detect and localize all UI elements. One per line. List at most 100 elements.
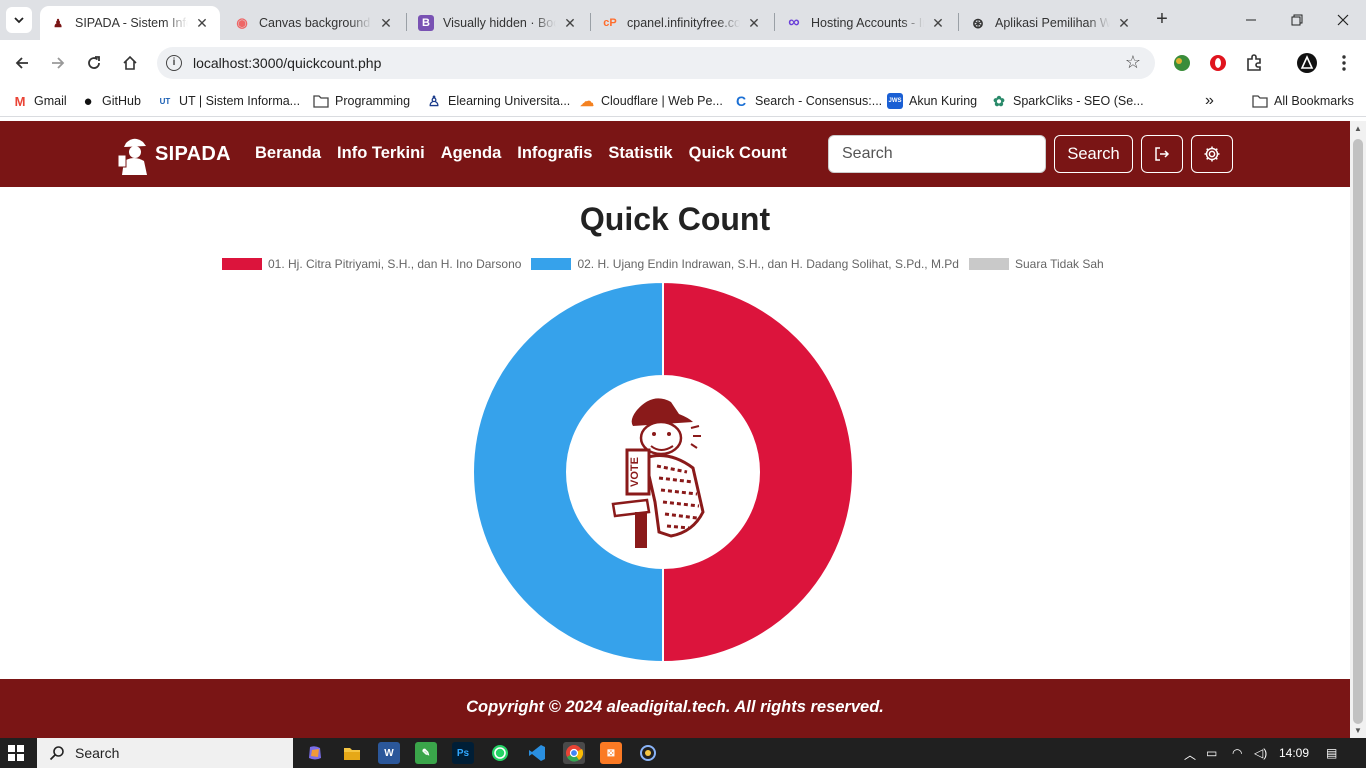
nav-beranda[interactable]: Beranda bbox=[255, 144, 321, 163]
bookmark-label: UT | Sistem Informa... bbox=[179, 94, 301, 108]
home-button[interactable] bbox=[118, 51, 142, 75]
nav-info-terkini[interactable]: Info Terkini bbox=[337, 144, 425, 163]
tab-bootstrap[interactable]: B Visually hidden · Bootstrap ✕ bbox=[408, 6, 588, 40]
tab-hosting-accounts[interactable]: ∞ Hosting Accounts - InfinityFree ✕ bbox=[776, 6, 956, 40]
site-footer: Copyright © 2024 aleadigital.tech. All r… bbox=[0, 679, 1350, 738]
nav-statistik[interactable]: Statistik bbox=[608, 144, 672, 163]
close-icon[interactable]: ✕ bbox=[746, 15, 762, 32]
chart-legend: 01. Hj. Citra Pitriyami, S.H., dan H. In… bbox=[222, 257, 1114, 271]
bookmarks-overflow-button[interactable]: » bbox=[1205, 91, 1214, 111]
back-button[interactable] bbox=[10, 51, 34, 75]
bookmark-label: Akun Kuring bbox=[909, 94, 978, 108]
close-icon[interactable]: ✕ bbox=[194, 15, 210, 32]
legend-item-invalid-votes[interactable]: Suara Tidak Sah bbox=[968, 257, 1104, 271]
bookmark-gmail[interactable]: M Gmail bbox=[12, 91, 67, 111]
menu-kebab-icon[interactable] bbox=[1334, 53, 1354, 73]
ut-icon: UT bbox=[159, 96, 171, 106]
file-explorer-icon[interactable] bbox=[341, 742, 363, 764]
page-scrollbar[interactable]: ▲ ▼ bbox=[1350, 121, 1366, 738]
reload-icon bbox=[88, 56, 100, 69]
sparkcliks-icon: ✿ bbox=[993, 92, 1005, 109]
settings-button[interactable] bbox=[1191, 135, 1233, 173]
tab-sipada[interactable]: ♟ SIPADA - Sistem Informasi ✕ bbox=[40, 6, 220, 40]
gear-icon bbox=[1204, 146, 1220, 162]
extensions-puzzle-icon[interactable] bbox=[1244, 53, 1264, 73]
cpanel-icon: cP bbox=[603, 17, 617, 29]
legend-item-candidate-01[interactable]: 01. Hj. Citra Pitriyami, S.H., dan H. In… bbox=[222, 257, 521, 271]
bookmark-elearning[interactable]: ♙ Elearning Universita... bbox=[426, 91, 571, 111]
bookmark-consensus[interactable]: C Search - Consensus:... bbox=[733, 91, 882, 111]
bookmark-cloudflare[interactable]: ☁ Cloudflare | Web Pe... bbox=[579, 91, 723, 111]
scrollbar-thumb[interactable] bbox=[1353, 139, 1363, 724]
brand-link[interactable]: SIPADA bbox=[116, 133, 231, 175]
url-text[interactable]: localhost:3000/quickcount.php bbox=[193, 55, 381, 71]
extension-shield-icon[interactable] bbox=[1208, 53, 1228, 73]
brand-name: SIPADA bbox=[155, 142, 231, 165]
all-bookmarks-button[interactable]: All Bookmarks bbox=[1252, 91, 1354, 111]
logout-icon bbox=[1155, 147, 1170, 161]
wifi-icon[interactable]: ◠ bbox=[1232, 746, 1242, 760]
chevron-up-icon[interactable]: ︿ bbox=[1184, 746, 1196, 763]
nav-agenda[interactable]: Agenda bbox=[441, 144, 502, 163]
nav-quick-count[interactable]: Quick Count bbox=[689, 144, 787, 163]
whatsapp-icon[interactable] bbox=[489, 742, 511, 764]
address-bar[interactable]: i localhost:3000/quickcount.php ☆ bbox=[157, 47, 1155, 79]
bootstrap-icon: B bbox=[418, 15, 434, 31]
nav-infografis[interactable]: Infografis bbox=[517, 144, 592, 163]
battery-icon[interactable]: ▭ bbox=[1206, 746, 1217, 760]
legend-item-candidate-02[interactable]: 02. H. Ujang Endin Indrawan, S.H., dan H… bbox=[531, 257, 959, 271]
taskbar-search-box[interactable]: Search bbox=[37, 738, 293, 768]
cloudflare-icon: ☁ bbox=[580, 92, 594, 109]
tab-separator bbox=[774, 13, 775, 31]
copilot-icon[interactable] bbox=[304, 742, 326, 764]
chevron-down-icon bbox=[14, 17, 24, 24]
bookmark-akun-kuring[interactable]: JWS Akun Kuring bbox=[887, 91, 977, 111]
bookmark-label: Elearning Universita... bbox=[448, 94, 571, 108]
tab-cpanel[interactable]: cP cpanel.infinityfree.com ✕ bbox=[592, 6, 772, 40]
bookmark-label: Programming bbox=[335, 94, 411, 108]
bookmark-star-icon[interactable]: ☆ bbox=[1125, 52, 1141, 73]
close-icon[interactable]: ✕ bbox=[378, 15, 394, 32]
close-icon[interactable]: ✕ bbox=[1116, 15, 1132, 32]
tab-search-button[interactable] bbox=[6, 7, 32, 33]
tab-canvas-background[interactable]: ◉ Canvas background | ✕ bbox=[224, 6, 404, 40]
close-icon[interactable]: ✕ bbox=[930, 15, 946, 32]
word-icon[interactable]: W bbox=[378, 742, 400, 764]
logout-button[interactable] bbox=[1141, 135, 1183, 173]
tab-title: SIPADA - Sistem Informasi bbox=[75, 16, 188, 30]
volume-icon[interactable]: ◁) bbox=[1254, 746, 1267, 760]
scroll-down-icon[interactable]: ▼ bbox=[1354, 726, 1362, 735]
reload-button[interactable] bbox=[82, 51, 106, 75]
windows-start-icon[interactable] bbox=[8, 745, 24, 761]
notepad-icon[interactable]: ✎ bbox=[415, 742, 437, 764]
chrome-icon[interactable] bbox=[563, 742, 585, 764]
vscode-icon[interactable] bbox=[526, 742, 548, 764]
photoshop-icon[interactable]: Ps bbox=[452, 742, 474, 764]
scroll-up-icon[interactable]: ▲ bbox=[1354, 124, 1362, 133]
forward-button[interactable] bbox=[46, 51, 70, 75]
bookmark-github[interactable]: ● GitHub bbox=[80, 91, 140, 111]
notifications-icon[interactable]: ▤ bbox=[1326, 746, 1337, 760]
restore-button[interactable] bbox=[1274, 6, 1320, 34]
new-tab-button[interactable]: + bbox=[1150, 8, 1174, 32]
app-icon[interactable] bbox=[637, 742, 659, 764]
extension-globe-icon[interactable] bbox=[1172, 53, 1192, 73]
search-button[interactable]: Search bbox=[1054, 135, 1133, 173]
legend-swatch bbox=[968, 258, 1009, 270]
arrow-left-icon bbox=[15, 57, 28, 69]
close-window-button[interactable] bbox=[1320, 6, 1366, 34]
gmail-icon: M bbox=[14, 93, 26, 109]
bookmark-folder-programming[interactable]: Programming bbox=[313, 91, 410, 111]
bookmark-ut[interactable]: UT UT | Sistem Informa... bbox=[157, 91, 300, 111]
xampp-icon[interactable]: ⊠ bbox=[600, 742, 622, 764]
close-icon[interactable]: ✕ bbox=[562, 15, 578, 32]
search-input[interactable] bbox=[828, 135, 1046, 173]
info-icon[interactable]: i bbox=[166, 55, 182, 71]
bookmark-sparkcliks[interactable]: ✿ SparkCliks - SEO (Se... bbox=[991, 91, 1143, 111]
tab-separator bbox=[590, 13, 591, 31]
tab-aplikasi-pemilihan[interactable]: ⊛ Aplikasi Pemilihan Web ✕ bbox=[960, 6, 1142, 40]
minimize-button[interactable] bbox=[1228, 6, 1274, 34]
profile-avatar-icon[interactable] bbox=[1297, 53, 1317, 73]
tab-title: Visually hidden · Bootstrap bbox=[443, 16, 556, 30]
vote-mascot-icon: VOTE bbox=[611, 398, 705, 548]
